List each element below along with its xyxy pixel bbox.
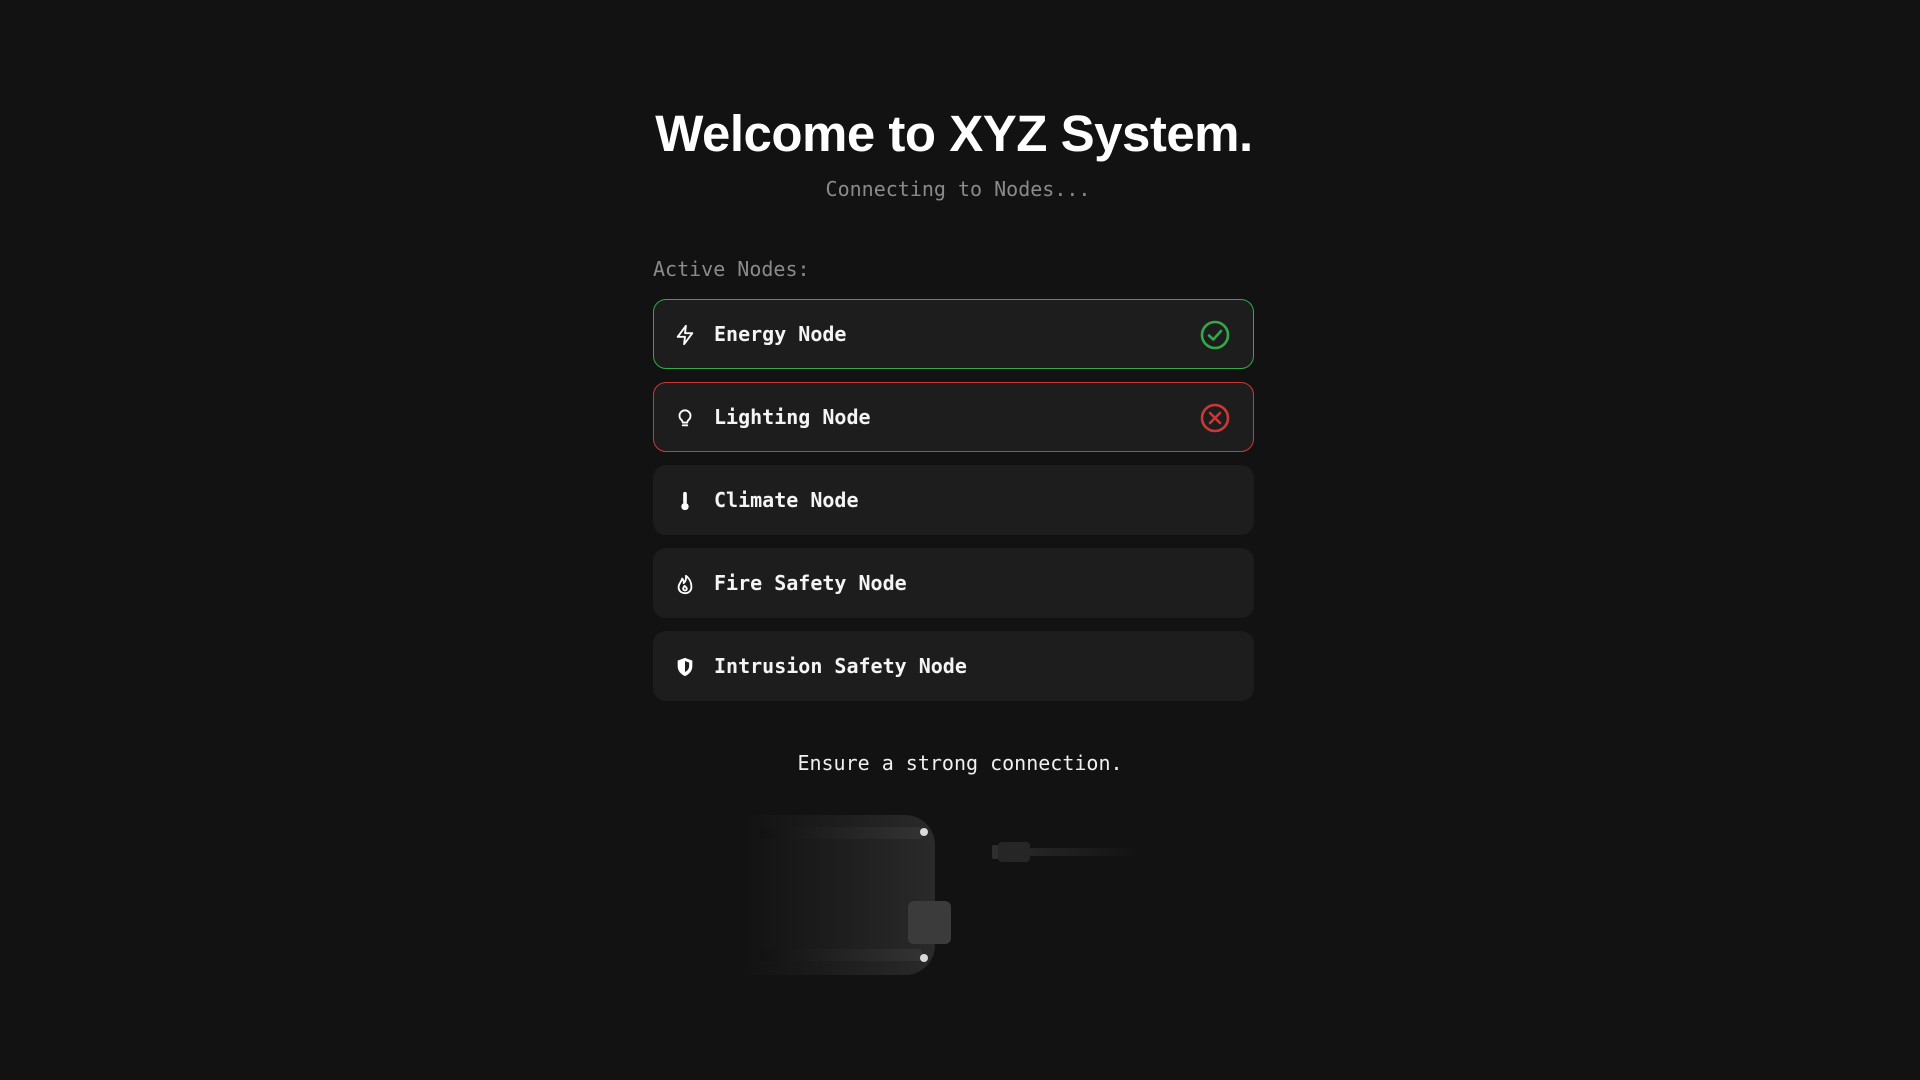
x-circle-icon: [1199, 402, 1231, 434]
node-label: Lighting Node: [714, 405, 871, 429]
flame-icon: [674, 573, 696, 595]
shield-icon: [674, 656, 696, 678]
node-label: Intrusion Safety Node: [714, 654, 967, 678]
node-list: Energy Node Lighting Node Climate Node F…: [653, 299, 1254, 714]
node-card-fire-safety[interactable]: Fire Safety Node: [653, 548, 1254, 618]
node-label: Energy Node: [714, 322, 847, 346]
node-card-energy[interactable]: Energy Node: [653, 299, 1254, 369]
lightbulb-icon: [674, 407, 696, 429]
lightning-bolt-icon: [674, 324, 696, 346]
active-nodes-label: Active Nodes:: [653, 257, 810, 281]
connection-status-text: Connecting to Nodes...: [825, 177, 1091, 201]
thermometer-icon: [674, 490, 696, 512]
page-title: Welcome to XYZ System.: [655, 105, 1253, 162]
node-card-intrusion-safety[interactable]: Intrusion Safety Node: [653, 631, 1254, 701]
connection-hint: Ensure a strong connection.: [797, 751, 1123, 775]
node-label: Fire Safety Node: [714, 571, 907, 595]
node-label: Climate Node: [714, 488, 859, 512]
device-cable-illustration: [740, 805, 1140, 990]
node-card-climate[interactable]: Climate Node: [653, 465, 1254, 535]
node-card-lighting[interactable]: Lighting Node: [653, 382, 1254, 452]
check-circle-icon: [1199, 319, 1231, 351]
